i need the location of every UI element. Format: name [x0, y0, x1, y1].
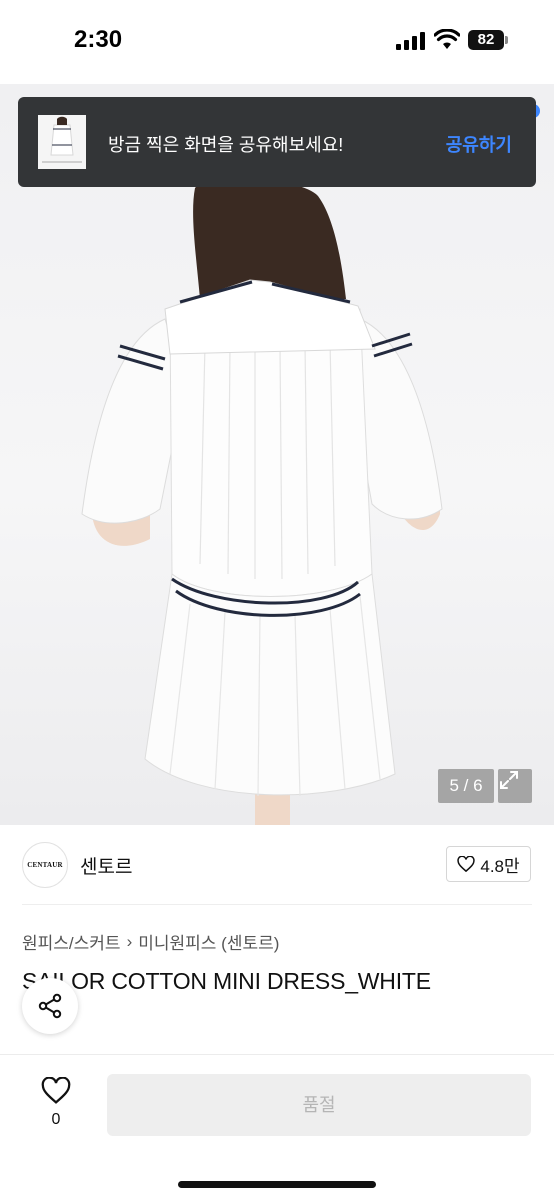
- sold-out-button[interactable]: 품절: [107, 1074, 531, 1136]
- dress-photo: [81, 178, 443, 825]
- share-icon: [38, 993, 62, 1019]
- home-indicator: [178, 1181, 376, 1188]
- divider: [22, 904, 532, 905]
- product-detail-screen: 2:30 82 5 / 6 방금 찍은 화면을 공유해보세요! 공유하기 CEN…: [0, 0, 554, 1200]
- toast-message: 방금 찍은 화면을 공유해보세요!: [108, 135, 344, 155]
- wishlist-count: 0: [51, 1111, 61, 1128]
- bottom-action-bar: 0 품절: [0, 1054, 554, 1200]
- brand-row: CENTAUR 센토르 4.8만: [0, 825, 554, 905]
- brand-logo-text: CENTAUR: [27, 861, 63, 869]
- battery-icon: 82: [468, 30, 504, 50]
- product-title: SAILOR COTTON MINI DRESS_WHITE: [22, 968, 431, 994]
- share-button[interactable]: [22, 978, 78, 1034]
- product-image[interactable]: 5 / 6: [0, 84, 554, 825]
- brand-like-count: 4.8만: [480, 856, 520, 876]
- expand-icon: [500, 771, 518, 789]
- heart-icon: [41, 1076, 71, 1104]
- heart-icon: [457, 856, 475, 872]
- wifi-icon: [434, 29, 460, 49]
- expand-button[interactable]: [498, 769, 532, 803]
- signal-icon: [396, 32, 426, 50]
- status-bar: 2:30 82: [0, 0, 554, 84]
- screenshot-thumbnail[interactable]: [38, 115, 86, 169]
- breadcrumb-category[interactable]: 원피스/스커트: [22, 929, 121, 954]
- brand-logo[interactable]: CENTAUR: [22, 842, 68, 888]
- share-action-button[interactable]: 공유하기: [446, 131, 512, 157]
- breadcrumb: 원피스/스커트 › 미니원피스 (센토르): [22, 929, 279, 954]
- battery-tip: [505, 36, 508, 44]
- brand-name[interactable]: 센토르: [80, 852, 132, 879]
- brand-like-button[interactable]: 4.8만: [446, 846, 531, 882]
- image-counter: 5 / 6: [438, 769, 494, 803]
- breadcrumb-subcategory[interactable]: 미니원피스 (센토르): [138, 929, 279, 954]
- status-time: 2:30: [74, 26, 123, 53]
- share-toast: 방금 찍은 화면을 공유해보세요! 공유하기: [18, 97, 536, 187]
- wishlist-button[interactable]: 0: [36, 1076, 76, 1129]
- breadcrumb-separator: ›: [126, 931, 133, 951]
